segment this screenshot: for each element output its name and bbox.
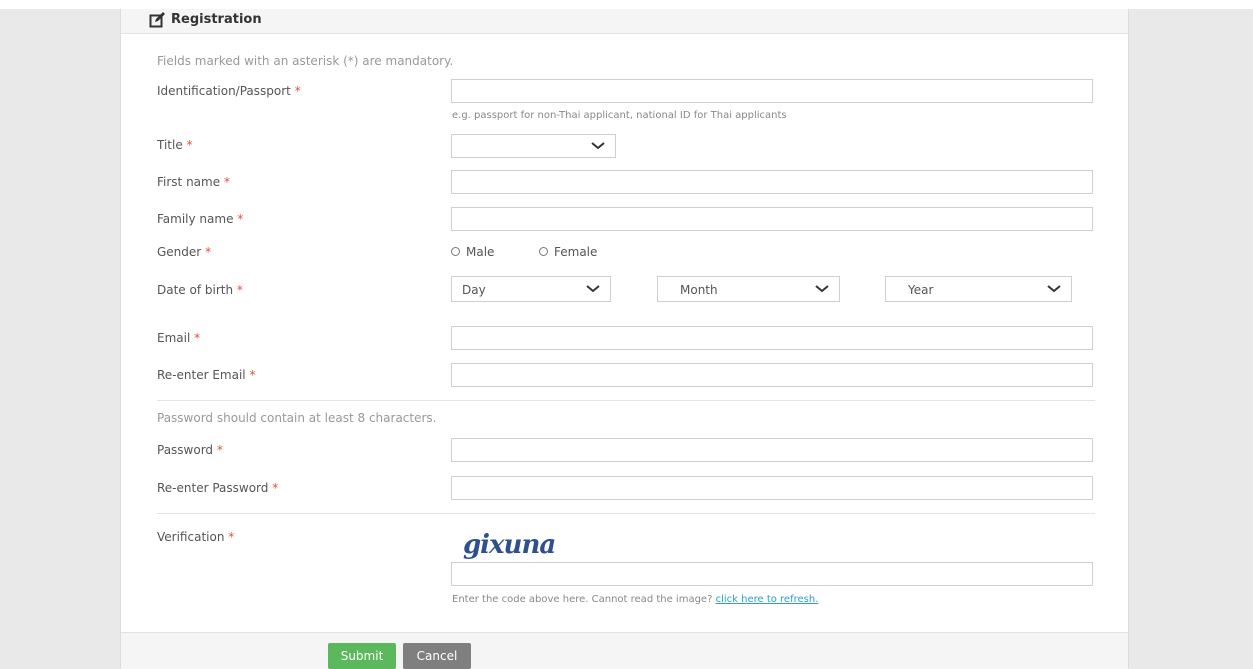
chevron-down-icon xyxy=(591,142,605,150)
dob-label: Date of birth * xyxy=(157,283,243,297)
email-input[interactable] xyxy=(451,326,1093,350)
verification-input[interactable] xyxy=(451,562,1093,586)
required-mark: * xyxy=(194,331,201,345)
form-footer: Submit Cancel xyxy=(121,632,1128,669)
family-name-label: Family name * xyxy=(157,212,244,226)
title-select[interactable] xyxy=(451,134,616,158)
required-mark: * xyxy=(272,481,279,495)
verification-label: Verification * xyxy=(157,530,235,544)
cancel-button[interactable]: Cancel xyxy=(403,643,471,669)
email-confirm-input[interactable] xyxy=(451,363,1093,387)
email-label: Email * xyxy=(157,331,201,345)
dob-month-select[interactable]: Month xyxy=(657,276,840,302)
password-label: Password * xyxy=(157,443,223,457)
required-mark: * xyxy=(294,84,301,98)
dob-year-select[interactable]: Year xyxy=(885,276,1072,302)
top-strip xyxy=(0,0,1253,9)
svg-text:gixuna: gixuna xyxy=(463,530,555,560)
chevron-down-icon xyxy=(815,285,829,293)
required-mark: * xyxy=(216,443,223,457)
panel-header: Registration xyxy=(121,9,1128,34)
password-confirm-input[interactable] xyxy=(451,476,1093,500)
id-passport-input[interactable] xyxy=(451,79,1093,103)
radio-circle-icon xyxy=(451,247,460,256)
captcha-image: gixuna xyxy=(463,530,556,560)
required-mark: * xyxy=(237,212,244,226)
verification-help: Enter the code above here. Cannot read t… xyxy=(452,594,819,605)
password-note: Password should contain at least 8 chara… xyxy=(157,411,437,425)
family-name-input[interactable] xyxy=(451,207,1093,231)
radio-circle-icon xyxy=(539,247,548,256)
first-name-input[interactable] xyxy=(451,170,1093,194)
id-help-text: e.g. passport for non-Thai applicant, na… xyxy=(452,110,787,121)
required-mark: * xyxy=(249,368,256,382)
refresh-captcha-link[interactable]: click here to refresh. xyxy=(716,594,819,605)
required-mark: * xyxy=(228,530,235,544)
submit-button[interactable]: Submit xyxy=(328,643,396,669)
edit-icon xyxy=(149,12,165,28)
required-mark: * xyxy=(186,138,193,152)
required-mark: * xyxy=(205,245,212,259)
required-mark: * xyxy=(236,283,243,297)
chevron-down-icon xyxy=(586,285,600,293)
first-name-label: First name * xyxy=(157,175,230,189)
password-input[interactable] xyxy=(451,438,1093,462)
chevron-down-icon xyxy=(1047,285,1061,293)
email-confirm-label: Re-enter Email * xyxy=(157,368,256,382)
section-divider xyxy=(157,400,1095,401)
id-label: Identification/Passport * xyxy=(157,84,301,98)
title-label: Title * xyxy=(157,138,193,152)
required-mark: * xyxy=(223,175,230,189)
gender-label: Gender * xyxy=(157,245,212,259)
registration-panel: Registration Fields marked with an aster… xyxy=(120,9,1129,669)
panel-title: Registration xyxy=(171,12,262,27)
mandatory-note: Fields marked with an asterisk (*) are m… xyxy=(157,54,454,68)
dob-day-select[interactable]: Day xyxy=(451,276,611,302)
section-divider xyxy=(157,513,1095,514)
password-confirm-label: Re-enter Password * xyxy=(157,481,279,495)
